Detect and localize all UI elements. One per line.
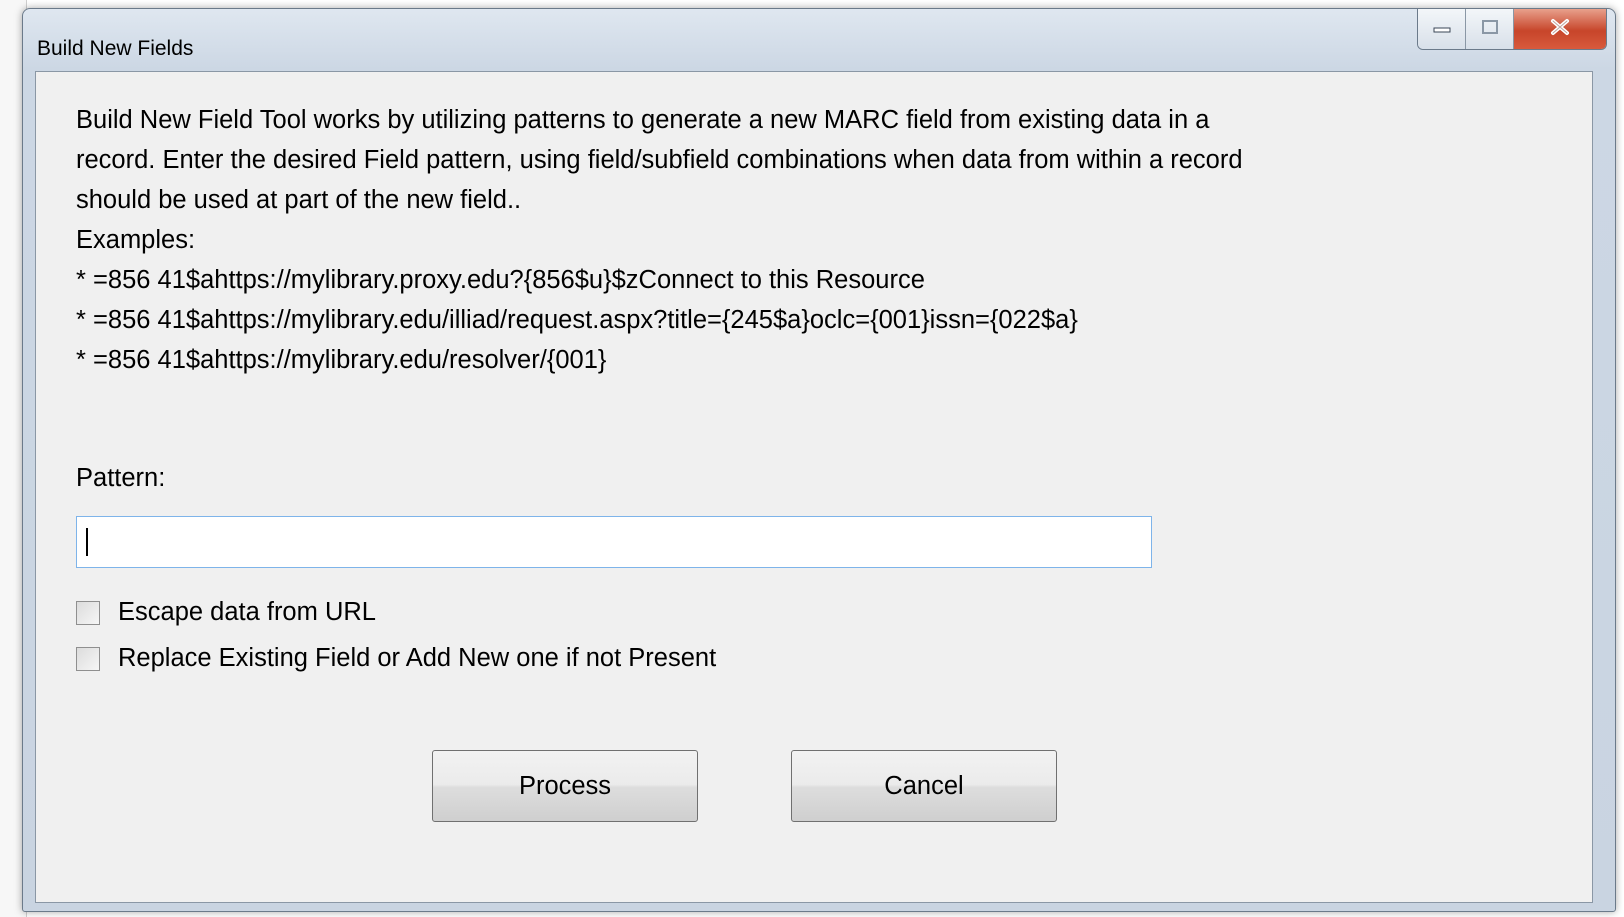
pattern-input[interactable] [76, 516, 1152, 568]
minimize-icon [1433, 20, 1451, 38]
examples-heading: Examples: [76, 226, 196, 254]
instructions-line: Build New Field Tool works by utilizing … [76, 106, 1210, 134]
text-caret [86, 528, 88, 556]
replace-field-option[interactable]: Replace Existing Field or Add New one if… [76, 644, 716, 673]
close-button[interactable] [1514, 9, 1606, 49]
replace-field-checkbox[interactable] [76, 646, 100, 671]
escape-data-label: Escape data from URL [118, 598, 376, 626]
example-line: * =856 41$ahttps://mylibrary.edu/resolve… [76, 346, 607, 374]
window-caption-buttons [1417, 9, 1607, 50]
pattern-label: Pattern: [76, 464, 166, 492]
maximize-icon [1481, 19, 1499, 40]
instructions-line: should be used at part of the new field.… [76, 186, 522, 214]
cancel-button[interactable]: Cancel [791, 750, 1057, 822]
example-line: * =856 41$ahttps://mylibrary.proxy.edu?{… [76, 266, 925, 294]
dialog-client-area: Build New Field Tool works by utilizing … [35, 71, 1593, 903]
window-title: Build New Fields [37, 37, 194, 60]
close-icon [1549, 18, 1571, 41]
maximize-button[interactable] [1466, 9, 1514, 49]
instructions-text: Build New Field Tool works by utilizing … [76, 100, 1556, 380]
minimize-button[interactable] [1418, 9, 1466, 49]
process-button[interactable]: Process [432, 750, 698, 822]
example-line: * =856 41$ahttps://mylibrary.edu/illiad/… [76, 306, 1078, 334]
instructions-line: record. Enter the desired Field pattern,… [76, 146, 1243, 174]
escape-data-option[interactable]: Escape data from URL [76, 598, 376, 627]
title-bar[interactable]: Build New Fields [23, 9, 1615, 71]
escape-data-checkbox[interactable] [76, 600, 100, 625]
build-new-fields-dialog: Build New Fields Build New Field Tool wo… [22, 8, 1616, 912]
replace-field-label: Replace Existing Field or Add New one if… [118, 644, 717, 672]
